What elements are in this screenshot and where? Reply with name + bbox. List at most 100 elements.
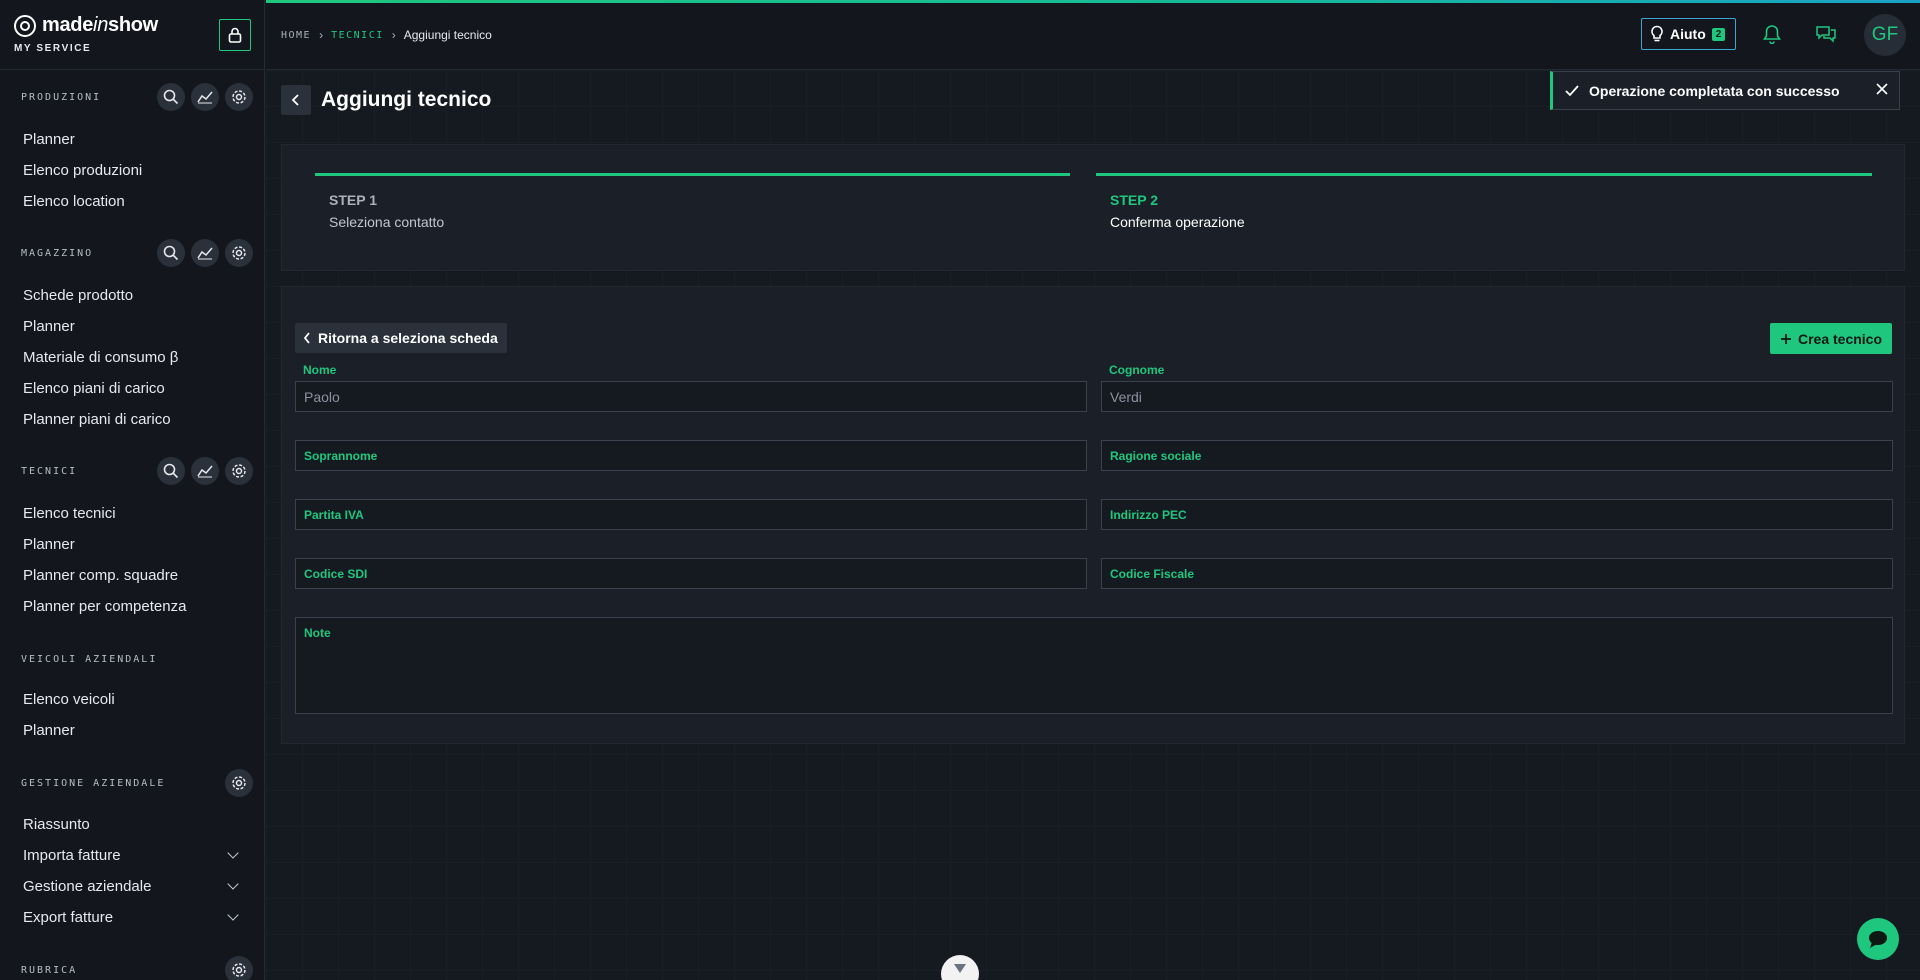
sidebar-item-elenco-veicoli[interactable]: Elenco veicoli bbox=[23, 687, 243, 711]
sidebar-item-label: Gestione aziendale bbox=[23, 877, 152, 895]
lightbulb-icon bbox=[1651, 25, 1663, 42]
create-label: Crea tecnico bbox=[1797, 330, 1883, 347]
section-tecnici: TECNICI bbox=[21, 457, 253, 485]
chevron-down-icon bbox=[227, 909, 239, 921]
success-toast: Operazione completata con successo bbox=[1550, 71, 1900, 110]
nome-input[interactable]: Paolo bbox=[295, 381, 1087, 412]
chart-icon[interactable] bbox=[191, 239, 219, 267]
chevron-down-icon bbox=[227, 878, 239, 890]
step-2-label: STEP 2 bbox=[1110, 192, 1158, 208]
return-button[interactable]: Ritorna a seleziona scheda bbox=[295, 323, 507, 353]
search-icon[interactable] bbox=[157, 457, 185, 485]
section-title: RUBRICA bbox=[21, 964, 78, 976]
codice-fiscale-input[interactable]: Codice Fiscale bbox=[1101, 558, 1893, 589]
sidebar-item-planner[interactable]: Planner bbox=[23, 127, 243, 151]
service-label: MY SERVICE bbox=[14, 43, 92, 54]
brand-logo[interactable]: madeinshow MY SERVICE bbox=[14, 14, 158, 54]
section-veicoli: VEICOLI AZIENDALI bbox=[21, 645, 253, 673]
chart-icon[interactable] bbox=[191, 457, 219, 485]
sidebar-item-planner[interactable]: Planner bbox=[23, 532, 243, 556]
chevron-left-icon bbox=[303, 332, 310, 344]
sidebar-item-materiale-consumo[interactable]: Materiale di consumo β bbox=[23, 345, 243, 369]
logo-icon bbox=[14, 14, 36, 37]
return-label: Ritorna a seleziona scheda bbox=[318, 330, 498, 346]
avatar[interactable]: GF bbox=[1864, 14, 1906, 56]
close-icon[interactable] bbox=[1873, 80, 1891, 98]
sidebar-item-elenco-piani-carico[interactable]: Elenco piani di carico bbox=[23, 376, 243, 400]
sidebar-item-riassunto[interactable]: Riassunto bbox=[23, 812, 243, 836]
cognome-label: Cognome bbox=[1109, 363, 1165, 377]
cognome-input[interactable]: Verdi bbox=[1101, 381, 1893, 412]
section-title: TECNICI bbox=[21, 465, 78, 477]
search-icon[interactable] bbox=[157, 239, 185, 267]
sidebar-item-label: Export fatture bbox=[23, 908, 114, 926]
indirizzo-pec-input[interactable]: Indirizzo PEC bbox=[1101, 499, 1893, 530]
help-label: Aiuto bbox=[1670, 26, 1706, 42]
technician-form: Ritorna a seleziona scheda Crea tecnico … bbox=[281, 286, 1905, 744]
sidebar-item-elenco-produzioni[interactable]: Elenco produzioni bbox=[23, 158, 243, 182]
brand-name: madeinshow bbox=[42, 14, 158, 36]
breadcrumb: HOME › TECNICI › Aggiungi tecnico bbox=[281, 28, 492, 42]
chevron-left-icon bbox=[291, 94, 299, 106]
sidebar-item-label: Importa fatture bbox=[23, 846, 121, 864]
sidebar-item-planner-piani-carico[interactable]: Planner piani di carico bbox=[23, 407, 243, 431]
sidebar: madeinshow MY SERVICE PRODUZIONI Planner… bbox=[0, 0, 265, 980]
codice-sdi-input[interactable]: Codice SDI bbox=[295, 558, 1087, 589]
step-2[interactable]: STEP 2 Conferma operazione bbox=[1096, 173, 1872, 230]
create-technician-button[interactable]: Crea tecnico bbox=[1770, 323, 1892, 354]
check-icon bbox=[1565, 84, 1579, 96]
step-2-bar bbox=[1096, 173, 1872, 176]
section-title: GESTIONE AZIENDALE bbox=[21, 777, 166, 789]
soprannome-input[interactable]: Soprannome bbox=[295, 440, 1087, 471]
chart-icon[interactable] bbox=[191, 83, 219, 111]
section-produzioni: PRODUZIONI bbox=[21, 83, 253, 111]
lock-sidebar-button[interactable] bbox=[219, 19, 251, 51]
gear-icon[interactable] bbox=[225, 239, 253, 267]
breadcrumb-tecnici[interactable]: TECNICI bbox=[331, 30, 384, 41]
ragione-sociale-input[interactable]: Ragione sociale bbox=[1101, 440, 1893, 471]
chevron-right-icon: › bbox=[319, 28, 324, 42]
sidebar-item-schede-prodotto[interactable]: Schede prodotto bbox=[23, 283, 243, 307]
search-icon[interactable] bbox=[157, 83, 185, 111]
toast-message: Operazione completata con successo bbox=[1589, 82, 1840, 99]
section-gestione-aziendale: GESTIONE AZIENDALE bbox=[21, 769, 253, 797]
nome-label: Nome bbox=[303, 363, 337, 377]
page-progress-bar bbox=[266, 0, 1920, 3]
page-header: Aggiungi tecnico bbox=[281, 85, 491, 115]
section-magazzino: MAGAZZINO bbox=[21, 239, 253, 267]
breadcrumb-home[interactable]: HOME bbox=[281, 30, 311, 41]
section-title: PRODUZIONI bbox=[21, 91, 102, 103]
step-1-label: STEP 1 bbox=[329, 192, 377, 208]
partita-iva-input[interactable]: Partita IVA bbox=[295, 499, 1087, 530]
step-1[interactable]: STEP 1 Seleziona contatto bbox=[315, 173, 1070, 230]
section-title: VEICOLI AZIENDALI bbox=[21, 653, 158, 665]
chat-button[interactable] bbox=[1857, 918, 1899, 960]
sidebar-item-elenco-tecnici[interactable]: Elenco tecnici bbox=[23, 501, 243, 525]
sidebar-item-gestione-aziendale[interactable]: Gestione aziendale bbox=[23, 874, 243, 898]
sidebar-item-importa-fatture[interactable]: Importa fatture bbox=[23, 843, 243, 867]
gear-icon[interactable] bbox=[225, 769, 253, 797]
note-textarea[interactable]: Note bbox=[295, 617, 1893, 714]
step-1-description: Seleziona contatto bbox=[329, 214, 445, 230]
messages-icon[interactable] bbox=[1815, 24, 1837, 49]
gear-icon[interactable] bbox=[225, 457, 253, 485]
help-button[interactable]: Aiuto 2 bbox=[1641, 18, 1736, 50]
sidebar-item-export-fatture[interactable]: Export fatture bbox=[23, 905, 243, 929]
step-2-description: Conferma operazione bbox=[1110, 214, 1245, 230]
stepper: STEP 1 Seleziona contatto STEP 2 Conferm… bbox=[281, 144, 1905, 271]
sidebar-item-planner-comp-squadre[interactable]: Planner comp. squadre bbox=[23, 563, 243, 587]
sidebar-item-planner[interactable]: Planner bbox=[23, 314, 243, 338]
back-button[interactable] bbox=[281, 85, 311, 115]
gear-icon[interactable] bbox=[225, 83, 253, 111]
gear-icon[interactable] bbox=[225, 956, 253, 980]
page-title: Aggiungi tecnico bbox=[321, 88, 492, 111]
chevron-right-icon: › bbox=[391, 28, 396, 42]
chevron-down-icon bbox=[227, 847, 239, 859]
bell-icon[interactable] bbox=[1763, 24, 1781, 49]
arrow-down-icon bbox=[954, 964, 966, 973]
breadcrumb-current: Aggiungi tecnico bbox=[403, 28, 492, 42]
sidebar-item-elenco-location[interactable]: Elenco location bbox=[23, 189, 243, 213]
plus-icon bbox=[1780, 333, 1791, 344]
sidebar-item-planner[interactable]: Planner bbox=[23, 718, 243, 742]
sidebar-item-planner-competenza[interactable]: Planner per competenza bbox=[23, 594, 243, 618]
